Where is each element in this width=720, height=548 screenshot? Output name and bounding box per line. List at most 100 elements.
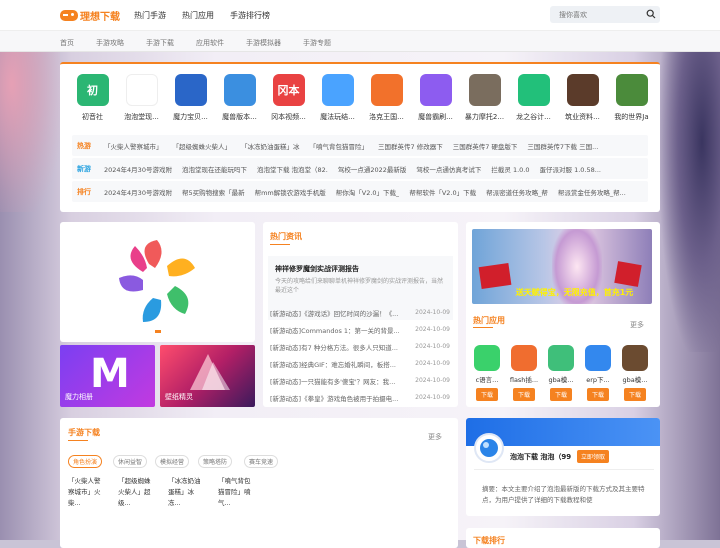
app-item[interactable]: 魔兽霸刷...: [411, 74, 460, 122]
app-item[interactable]: 魔力宝贝...: [166, 74, 215, 122]
site-logo[interactable]: 理想下载: [60, 8, 120, 23]
app-label: 初音社: [82, 113, 103, 121]
news-date: 2024-10-09: [415, 377, 450, 384]
roco-icon: [370, 74, 403, 106]
nav-item-hot-apps[interactable]: 热门应用: [182, 10, 214, 21]
subnav-home[interactable]: 首页: [60, 38, 74, 48]
download-button[interactable]: 下载: [624, 388, 647, 401]
quick-link[interactable]: 三国群英传7下载 三国...: [527, 141, 598, 151]
quick-links: 热游 「火柴人警察城市」 「超级蜘蛛火柴人」 「冰冻奶油蛋糕」冰 「噴气背包猫冒险」 三国…: [72, 135, 648, 204]
chuyin-icon: 初: [76, 74, 109, 106]
e-icon[interactable]: [548, 345, 574, 371]
quick-link[interactable]: 泡泡堂下载 泡泡堂（82.: [257, 164, 328, 174]
subnav-guides[interactable]: 手游攻略: [96, 38, 124, 48]
promo-text: 送天赋得宝，无限充值，首充1元: [515, 288, 634, 297]
red-envelope-icon: [614, 261, 642, 287]
medal-icon: [566, 74, 599, 106]
quick-link[interactable]: 拦截灵 1.0.0: [491, 164, 529, 174]
app-item[interactable]: 魔法玩结...: [313, 74, 362, 122]
search-input[interactable]: 搜你喜欢: [559, 10, 587, 20]
quick-link[interactable]: 泡泡堂现在还能玩吗下: [182, 164, 247, 174]
nav-item-rankings[interactable]: 手游排行榜: [230, 10, 270, 21]
download-button[interactable]: 下载: [550, 388, 573, 401]
news-date: 2024-10-09: [415, 360, 450, 367]
claim-button[interactable]: 立即领取: [577, 450, 610, 463]
quick-link[interactable]: 帮你淘「V2.0」下载_: [336, 187, 400, 197]
category-tab[interactable]: 赛车竞速: [244, 455, 279, 468]
app-item[interactable]: 魔兽版本...: [215, 74, 264, 122]
quick-link[interactable]: 帮派赏金任务攻略_帮...: [558, 187, 626, 197]
app-label: 冈本视频...: [271, 113, 306, 121]
category-tab[interactable]: 角色扮演: [68, 455, 103, 468]
quick-link[interactable]: 帮mm解锁农游戏手机版: [255, 187, 326, 197]
game-item[interactable]: 「冰冻奶油蛋糕」冰冻...: [168, 476, 204, 528]
fan-icon: [419, 74, 452, 106]
subnav-topics[interactable]: 手游专题: [303, 38, 331, 48]
star-swirl-icon: [125, 74, 158, 106]
quick-link[interactable]: 帮帮软件「V2.0」下载: [409, 187, 476, 197]
quick-link[interactable]: 蛋仔派对服 1.0.58...: [540, 164, 601, 174]
download-button[interactable]: 下载: [587, 388, 610, 401]
feature-news-title[interactable]: 神祥修罗魔剑实战评测报告: [275, 264, 359, 274]
hot-apps-more-link[interactable]: 更多: [630, 320, 644, 330]
category-tab[interactable]: 模拟经营: [155, 455, 190, 468]
quick-link[interactable]: 「火柴人警察城市」: [104, 141, 163, 151]
paopao-title[interactable]: 泡泡下载 泡泡（99: [510, 452, 571, 462]
promo-banner[interactable]: 送天赋得宝，无限充值，首充1元: [472, 229, 652, 304]
app-item[interactable]: 初初音社: [68, 74, 117, 122]
quick-link[interactable]: 驾校一点通仿真考试下: [416, 164, 481, 174]
app-item[interactable]: 筑业资料...: [558, 74, 607, 122]
subnav-software[interactable]: 应用软件: [196, 38, 224, 48]
game-item[interactable]: 「超级蜘蛛火柴人」超级...: [118, 476, 154, 528]
quick-link[interactable]: 驾校一点通2022最新版: [338, 164, 407, 174]
quick-link[interactable]: 2024年4月30号游戏附: [104, 164, 172, 174]
quick-link[interactable]: 「噴气背包猫冒险」: [310, 141, 369, 151]
app-item[interactable]: 暴力摩托2...: [460, 74, 509, 122]
news-date: 2024-10-09: [415, 326, 450, 333]
download-button[interactable]: 下载: [476, 388, 499, 401]
quick-link[interactable]: 2024年4月30号游戏附: [104, 187, 172, 197]
mobile-download-more-link[interactable]: 更多: [428, 432, 442, 442]
fox-icon[interactable]: [511, 345, 537, 371]
nav-item-hot-games[interactable]: 热门手游: [134, 10, 166, 21]
app-item[interactable]: 洛克王国...: [362, 74, 411, 122]
game-item[interactable]: 「火柴人警察城市」火柴...: [68, 476, 104, 528]
app-item[interactable]: 我的世界Ja: [607, 74, 656, 122]
quick-link[interactable]: 帮派密道任务攻略_帮: [486, 187, 548, 197]
dots-icon[interactable]: [585, 345, 611, 371]
hot-news-header: 热门资讯: [270, 232, 302, 241]
hot-app-label: c语言...: [475, 376, 499, 384]
thumb-magic-album[interactable]: M 魔力相册: [60, 345, 155, 407]
search-box[interactable]: 搜你喜欢: [550, 6, 660, 23]
feature-news-desc: 今天的攻略给们来聊聊单机神祥修罗魔剑的实战评测报告，当然最近这个: [275, 278, 444, 294]
game-item[interactable]: 「噴气背包猫冒险」噴气...: [218, 476, 254, 528]
quick-link[interactable]: 三国群英传7 修改器下: [378, 141, 443, 151]
category-tab[interactable]: 休闲益智: [113, 455, 148, 468]
thumb-label: 壁纸精灵: [165, 393, 193, 401]
app-item[interactable]: 泡泡堂现...: [117, 74, 166, 122]
chat-icon[interactable]: [474, 345, 500, 371]
search-icon[interactable]: [646, 9, 656, 19]
badge-icon[interactable]: [622, 345, 648, 371]
paopao-summary: 摘要：本文主要介绍了泡泡最新版的下载方式及其主要特点，为用户提供了详细的下载教程…: [482, 485, 645, 504]
quick-link[interactable]: 「超级蜘蛛火柴人」: [173, 141, 232, 151]
app-icon-strip: 初初音社 泡泡堂现... 魔力宝贝... 魔兽版本... 冈本 冈本视频... 魔法玩结..…: [68, 74, 656, 122]
quick-link[interactable]: 三国群英传7 硬盘版下: [453, 141, 518, 151]
minecraft-icon: [615, 74, 648, 106]
quick-link[interactable]: 「冰冻奶油蛋糕」冰: [241, 141, 300, 151]
quick-link[interactable]: 帮5买购物搜索「最新: [182, 187, 245, 197]
app-item[interactable]: 冈本 冈本视频...: [264, 74, 313, 122]
subnav-game-download[interactable]: 手游下载: [146, 38, 174, 48]
feature-image-card[interactable]: [60, 222, 255, 342]
bird-icon: [321, 74, 354, 106]
new-games-row: 新游 2024年4月30号游戏附 泡泡堂现在还能玩吗下 泡泡堂下载 泡泡堂（82. 驾校…: [72, 158, 648, 179]
category-tab[interactable]: 策略塔防: [198, 455, 233, 468]
subnav-emulator[interactable]: 手游模拟器: [246, 38, 281, 48]
app-item[interactable]: 龙之谷计...: [509, 74, 558, 122]
download-ranking-header: 下载排行: [473, 536, 505, 545]
row-title: 新游: [77, 164, 91, 173]
download-button[interactable]: 下载: [513, 388, 536, 401]
download-ranking-panel: 下载排行: [466, 528, 660, 548]
paopao-card[interactable]: 泡泡下载 泡泡（99 立即领取 摘要：本文主要介绍了泡泡最新版的下载方式及其主要…: [466, 418, 660, 516]
thumb-wallpaper[interactable]: 壁纸精灵: [160, 345, 255, 407]
